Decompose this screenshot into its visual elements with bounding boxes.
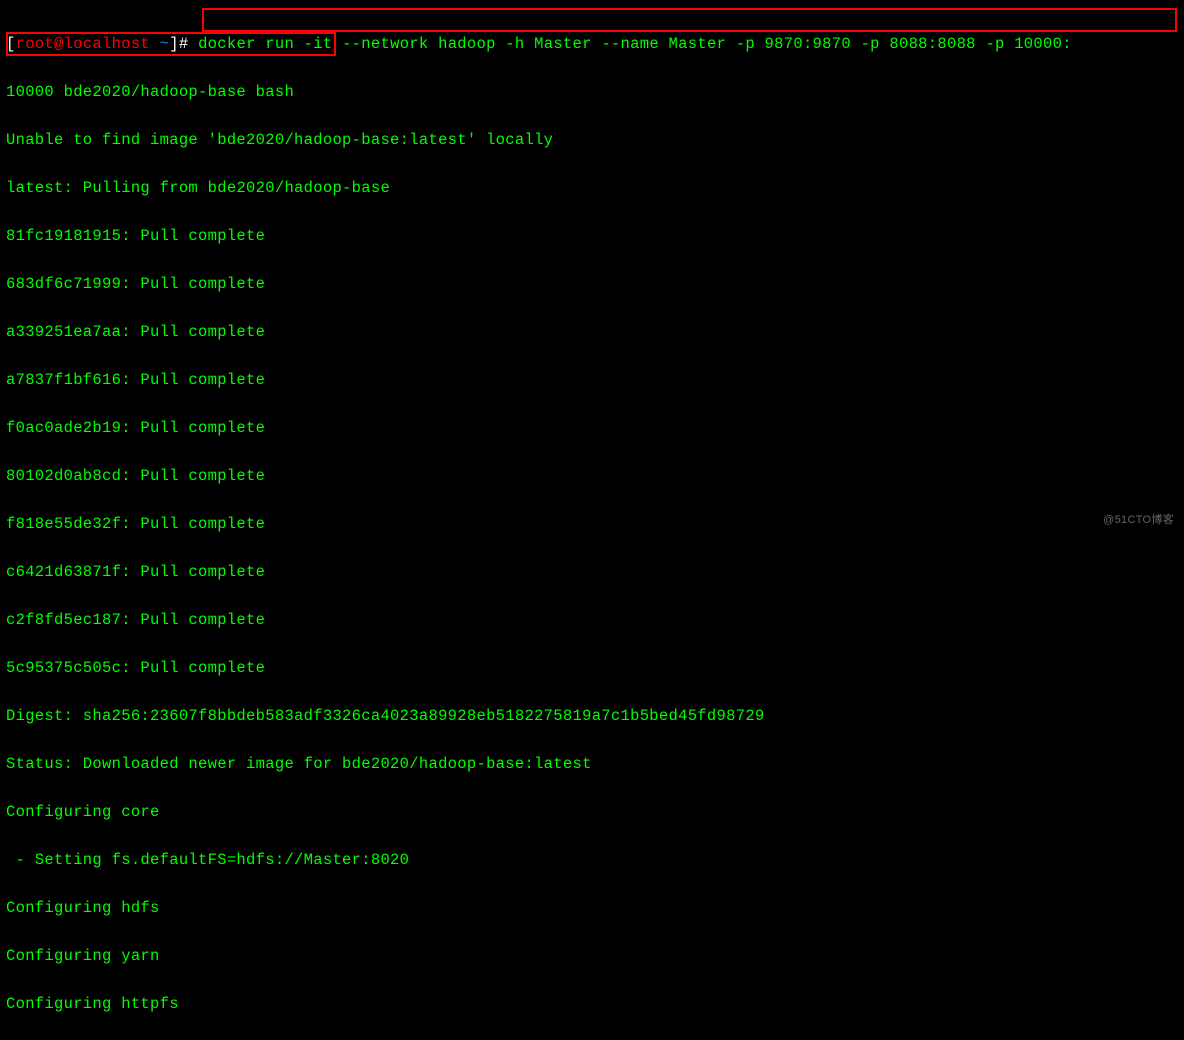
output-layer-2: a339251ea7aa: Pull complete: [6, 320, 1178, 344]
output-layer-6: f818e55de32f: Pull complete: [6, 512, 1178, 536]
prompt-bracket-close: ]#: [169, 35, 198, 53]
command-line-1: [root@localhost ~]# docker run -it --net…: [6, 32, 1178, 56]
output-config-httpfs: Configuring httpfs: [6, 992, 1178, 1016]
output-digest: Digest: sha256:23607f8bbdeb583adf3326ca4…: [6, 704, 1178, 728]
output-layer-1: 683df6c71999: Pull complete: [6, 272, 1178, 296]
prompt-bracket-open: [: [6, 35, 16, 53]
output-layer-4: f0ac0ade2b19: Pull complete: [6, 416, 1178, 440]
command-text-1: docker run -it --network hadoop -h Maste…: [198, 35, 1072, 53]
prompt-path: ~: [160, 35, 170, 53]
output-config-yarn: Configuring yarn: [6, 944, 1178, 968]
output-setting: - Setting fs.defaultFS=hdfs://Master:802…: [6, 848, 1178, 872]
prompt-user-host: root@localhost: [16, 35, 160, 53]
output-config-core: Configuring core: [6, 800, 1178, 824]
output-layer-0: 81fc19181915: Pull complete: [6, 224, 1178, 248]
output-layer-7: c6421d63871f: Pull complete: [6, 560, 1178, 584]
watermark: @51CTO博客: [1103, 508, 1174, 532]
command-line-2: 10000 bde2020/hadoop-base bash: [6, 80, 1178, 104]
terminal-output: [root@localhost ~]# docker run -it --net…: [6, 8, 1178, 1040]
output-unable: Unable to find image 'bde2020/hadoop-bas…: [6, 128, 1178, 152]
output-status: Status: Downloaded newer image for bde20…: [6, 752, 1178, 776]
output-layer-5: 80102d0ab8cd: Pull complete: [6, 464, 1178, 488]
output-config-hdfs: Configuring hdfs: [6, 896, 1178, 920]
output-layer-9: 5c95375c505c: Pull complete: [6, 656, 1178, 680]
output-pulling: latest: Pulling from bde2020/hadoop-base: [6, 176, 1178, 200]
output-layer-3: a7837f1bf616: Pull complete: [6, 368, 1178, 392]
output-layer-8: c2f8fd5ec187: Pull complete: [6, 608, 1178, 632]
